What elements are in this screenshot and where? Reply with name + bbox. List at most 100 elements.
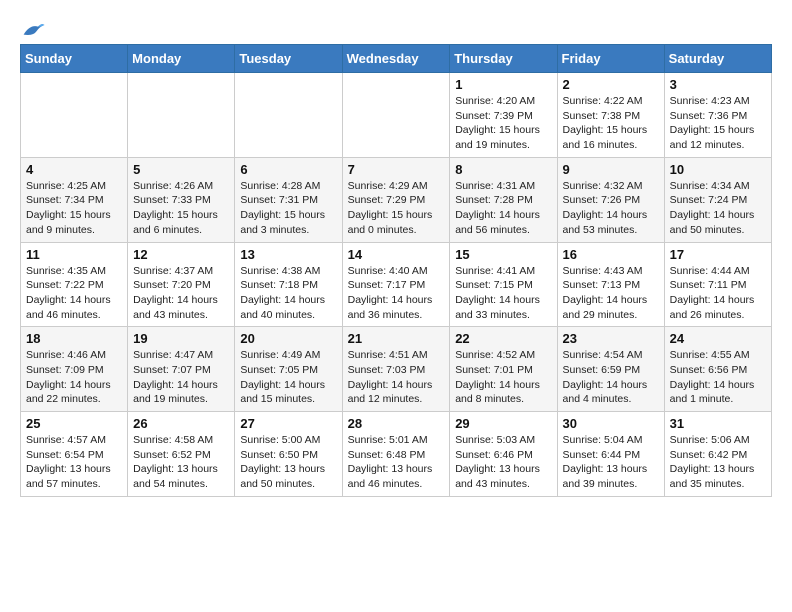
day-number: 31 <box>670 416 766 431</box>
day-number: 7 <box>348 162 445 177</box>
calendar-cell <box>342 73 450 158</box>
calendar-week-row: 4 Sunrise: 4:25 AM Sunset: 7:34 PM Daylig… <box>21 157 772 242</box>
weekday-header-saturday: Saturday <box>664 45 771 73</box>
day-number: 30 <box>563 416 659 431</box>
calendar-cell: 8 Sunrise: 4:31 AM Sunset: 7:28 PM Daylig… <box>450 157 557 242</box>
day-number: 14 <box>348 247 445 262</box>
calendar-cell: 28Sunrise: 5:01 AM Sunset: 6:48 PM Dayli… <box>342 412 450 497</box>
day-info: Sunrise: 4:38 AM Sunset: 7:18 PM Dayligh… <box>240 264 336 323</box>
day-info: Sunrise: 4:23 AM Sunset: 7:36 PM Dayligh… <box>670 94 766 153</box>
day-info: Sunrise: 4:55 AM Sunset: 6:56 PM Dayligh… <box>670 348 766 407</box>
calendar-cell: 11 Sunrise: 4:35 AM Sunset: 7:22 PM Dayli… <box>21 242 128 327</box>
calendar-cell: 19 Sunrise: 4:47 AM Sunset: 7:07 PM Dayli… <box>128 327 235 412</box>
day-info: Sunrise: 5:03 AM Sunset: 6:46 PM Dayligh… <box>455 433 551 492</box>
day-info: Sunrise: 4:34 AM Sunset: 7:24 PM Dayligh… <box>670 179 766 238</box>
calendar-cell: 24 Sunrise: 4:55 AM Sunset: 6:56 PM Dayli… <box>664 327 771 412</box>
calendar-cell: 23 Sunrise: 4:54 AM Sunset: 6:59 PM Dayli… <box>557 327 664 412</box>
day-number: 29 <box>455 416 551 431</box>
day-number: 2 <box>563 77 659 92</box>
calendar-cell: 18 Sunrise: 4:46 AM Sunset: 7:09 PM Dayli… <box>21 327 128 412</box>
weekday-header-thursday: Thursday <box>450 45 557 73</box>
calendar-cell: 25Sunrise: 4:57 AM Sunset: 6:54 PM Dayli… <box>21 412 128 497</box>
calendar-cell: 13 Sunrise: 4:38 AM Sunset: 7:18 PM Dayli… <box>235 242 342 327</box>
calendar-cell: 17 Sunrise: 4:44 AM Sunset: 7:11 PM Dayli… <box>664 242 771 327</box>
day-info: Sunrise: 5:06 AM Sunset: 6:42 PM Dayligh… <box>670 433 766 492</box>
day-info: Sunrise: 4:35 AM Sunset: 7:22 PM Dayligh… <box>26 264 122 323</box>
calendar-cell: 10Sunrise: 4:34 AM Sunset: 7:24 PM Dayli… <box>664 157 771 242</box>
day-number: 12 <box>133 247 229 262</box>
calendar-week-row: 18 Sunrise: 4:46 AM Sunset: 7:09 PM Dayli… <box>21 327 772 412</box>
day-number: 20 <box>240 331 336 346</box>
calendar-cell: 5 Sunrise: 4:26 AM Sunset: 7:33 PM Daylig… <box>128 157 235 242</box>
calendar-cell: 22Sunrise: 4:52 AM Sunset: 7:01 PM Dayli… <box>450 327 557 412</box>
day-info: Sunrise: 4:46 AM Sunset: 7:09 PM Dayligh… <box>26 348 122 407</box>
calendar-cell: 29 Sunrise: 5:03 AM Sunset: 6:46 PM Dayli… <box>450 412 557 497</box>
calendar-week-row: 25Sunrise: 4:57 AM Sunset: 6:54 PM Dayli… <box>21 412 772 497</box>
day-info: Sunrise: 4:28 AM Sunset: 7:31 PM Dayligh… <box>240 179 336 238</box>
day-number: 8 <box>455 162 551 177</box>
weekday-header-wednesday: Wednesday <box>342 45 450 73</box>
calendar-cell: 7 Sunrise: 4:29 AM Sunset: 7:29 PM Daylig… <box>342 157 450 242</box>
weekday-header-sunday: Sunday <box>21 45 128 73</box>
calendar-cell: 6 Sunrise: 4:28 AM Sunset: 7:31 PM Daylig… <box>235 157 342 242</box>
day-number: 26 <box>133 416 229 431</box>
day-number: 24 <box>670 331 766 346</box>
day-number: 9 <box>563 162 659 177</box>
logo <box>20 20 46 34</box>
calendar-table: SundayMondayTuesdayWednesdayThursdayFrid… <box>20 44 772 497</box>
day-info: Sunrise: 4:52 AM Sunset: 7:01 PM Dayligh… <box>455 348 551 407</box>
day-number: 6 <box>240 162 336 177</box>
calendar-cell <box>235 73 342 158</box>
calendar-cell: 15Sunrise: 4:41 AM Sunset: 7:15 PM Dayli… <box>450 242 557 327</box>
calendar-cell <box>21 73 128 158</box>
calendar-cell: 21 Sunrise: 4:51 AM Sunset: 7:03 PM Dayli… <box>342 327 450 412</box>
day-info: Sunrise: 4:22 AM Sunset: 7:38 PM Dayligh… <box>563 94 659 153</box>
day-number: 13 <box>240 247 336 262</box>
day-number: 11 <box>26 247 122 262</box>
day-info: Sunrise: 4:49 AM Sunset: 7:05 PM Dayligh… <box>240 348 336 407</box>
day-number: 3 <box>670 77 766 92</box>
day-info: Sunrise: 5:04 AM Sunset: 6:44 PM Dayligh… <box>563 433 659 492</box>
header <box>20 20 772 34</box>
day-number: 16 <box>563 247 659 262</box>
day-info: Sunrise: 4:26 AM Sunset: 7:33 PM Dayligh… <box>133 179 229 238</box>
day-info: Sunrise: 4:54 AM Sunset: 6:59 PM Dayligh… <box>563 348 659 407</box>
day-info: Sunrise: 4:57 AM Sunset: 6:54 PM Dayligh… <box>26 433 122 492</box>
calendar-cell: 20 Sunrise: 4:49 AM Sunset: 7:05 PM Dayli… <box>235 327 342 412</box>
weekday-header-monday: Monday <box>128 45 235 73</box>
day-info: Sunrise: 4:51 AM Sunset: 7:03 PM Dayligh… <box>348 348 445 407</box>
calendar-cell: 31 Sunrise: 5:06 AM Sunset: 6:42 PM Dayli… <box>664 412 771 497</box>
logo-bird-icon <box>22 20 46 38</box>
day-info: Sunrise: 4:40 AM Sunset: 7:17 PM Dayligh… <box>348 264 445 323</box>
calendar-cell: 9 Sunrise: 4:32 AM Sunset: 7:26 PM Daylig… <box>557 157 664 242</box>
day-number: 5 <box>133 162 229 177</box>
day-info: Sunrise: 4:43 AM Sunset: 7:13 PM Dayligh… <box>563 264 659 323</box>
day-number: 18 <box>26 331 122 346</box>
day-info: Sunrise: 4:29 AM Sunset: 7:29 PM Dayligh… <box>348 179 445 238</box>
day-number: 23 <box>563 331 659 346</box>
day-info: Sunrise: 5:01 AM Sunset: 6:48 PM Dayligh… <box>348 433 445 492</box>
day-info: Sunrise: 4:41 AM Sunset: 7:15 PM Dayligh… <box>455 264 551 323</box>
day-info: Sunrise: 4:25 AM Sunset: 7:34 PM Dayligh… <box>26 179 122 238</box>
day-number: 19 <box>133 331 229 346</box>
day-number: 1 <box>455 77 551 92</box>
day-number: 17 <box>670 247 766 262</box>
calendar-cell: 12Sunrise: 4:37 AM Sunset: 7:20 PM Dayli… <box>128 242 235 327</box>
calendar-cell: 27Sunrise: 5:00 AM Sunset: 6:50 PM Dayli… <box>235 412 342 497</box>
calendar-cell: 4 Sunrise: 4:25 AM Sunset: 7:34 PM Daylig… <box>21 157 128 242</box>
day-info: Sunrise: 4:20 AM Sunset: 7:39 PM Dayligh… <box>455 94 551 153</box>
calendar-cell: 16 Sunrise: 4:43 AM Sunset: 7:13 PM Dayli… <box>557 242 664 327</box>
day-info: Sunrise: 4:31 AM Sunset: 7:28 PM Dayligh… <box>455 179 551 238</box>
day-info: Sunrise: 4:58 AM Sunset: 6:52 PM Dayligh… <box>133 433 229 492</box>
weekday-header-friday: Friday <box>557 45 664 73</box>
calendar-cell: 14 Sunrise: 4:40 AM Sunset: 7:17 PM Dayli… <box>342 242 450 327</box>
day-info: Sunrise: 4:44 AM Sunset: 7:11 PM Dayligh… <box>670 264 766 323</box>
calendar-cell: 2 Sunrise: 4:22 AM Sunset: 7:38 PM Daylig… <box>557 73 664 158</box>
calendar-cell: 1 Sunrise: 4:20 AM Sunset: 7:39 PM Daylig… <box>450 73 557 158</box>
day-number: 4 <box>26 162 122 177</box>
day-info: Sunrise: 4:47 AM Sunset: 7:07 PM Dayligh… <box>133 348 229 407</box>
calendar-cell: 26 Sunrise: 4:58 AM Sunset: 6:52 PM Dayli… <box>128 412 235 497</box>
day-number: 21 <box>348 331 445 346</box>
calendar-cell: 30 Sunrise: 5:04 AM Sunset: 6:44 PM Dayli… <box>557 412 664 497</box>
day-info: Sunrise: 4:32 AM Sunset: 7:26 PM Dayligh… <box>563 179 659 238</box>
